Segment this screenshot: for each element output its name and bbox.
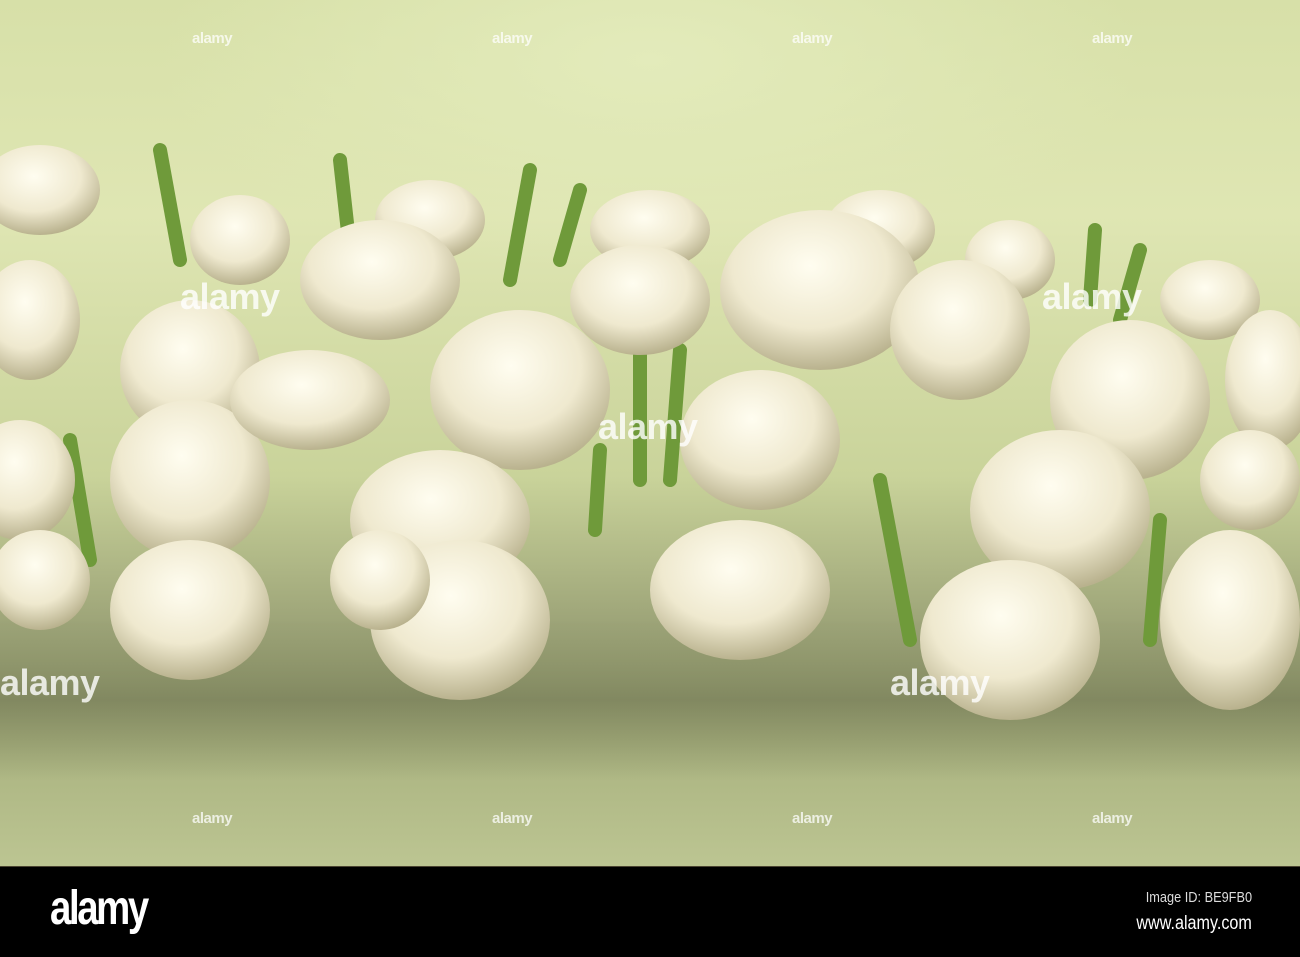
stem	[63, 433, 97, 567]
jasmine-flower	[230, 350, 390, 450]
jasmine-flower	[650, 520, 830, 660]
jasmine-flower	[680, 370, 840, 510]
jasmine-flower	[330, 530, 430, 630]
watermark: alamy	[792, 810, 833, 827]
jasmine-flower	[0, 145, 100, 235]
jasmine-flower	[890, 260, 1030, 400]
jasmine-flower	[300, 220, 460, 340]
stem	[873, 473, 917, 647]
footer-bar: alamy Image ID: BE9FB0 www.alamy.com	[0, 866, 1300, 957]
watermark-large: alamy	[598, 406, 698, 447]
watermark: alamy	[492, 30, 533, 47]
watermark-large: alamy	[0, 662, 100, 703]
watermark: alamy	[192, 30, 233, 47]
watermark: alamy	[1092, 30, 1133, 47]
stem	[588, 443, 607, 537]
image-id: Image ID: BE9FB0	[1145, 889, 1252, 906]
watermark-large: alamy	[180, 276, 280, 317]
jasmine-garland-photo: alamy alamy alamy alamy alamy alamy alam…	[0, 0, 1300, 866]
website-link[interactable]: www.alamy.com	[1137, 913, 1252, 935]
jasmine-flower	[0, 260, 80, 380]
watermark-large: alamy	[890, 662, 990, 703]
watermark: alamy	[792, 30, 833, 47]
jasmine-flower	[570, 245, 710, 355]
stem	[1143, 513, 1167, 647]
alamy-logo[interactable]: alamy	[50, 881, 149, 936]
jasmine-flower	[1200, 430, 1300, 530]
jasmine-flower	[1160, 530, 1300, 710]
stem	[153, 143, 187, 267]
watermark: alamy	[492, 810, 533, 827]
watermark: alamy	[192, 810, 233, 827]
jasmine-flower	[720, 210, 920, 370]
jasmine-flower	[430, 310, 610, 470]
jasmine-flower	[0, 530, 90, 630]
jasmine-flower	[110, 540, 270, 680]
watermark-large: alamy	[1042, 276, 1142, 317]
stem	[553, 183, 587, 267]
jasmine-flower	[190, 195, 290, 285]
stem	[503, 163, 537, 287]
watermark: alamy	[1092, 810, 1133, 827]
